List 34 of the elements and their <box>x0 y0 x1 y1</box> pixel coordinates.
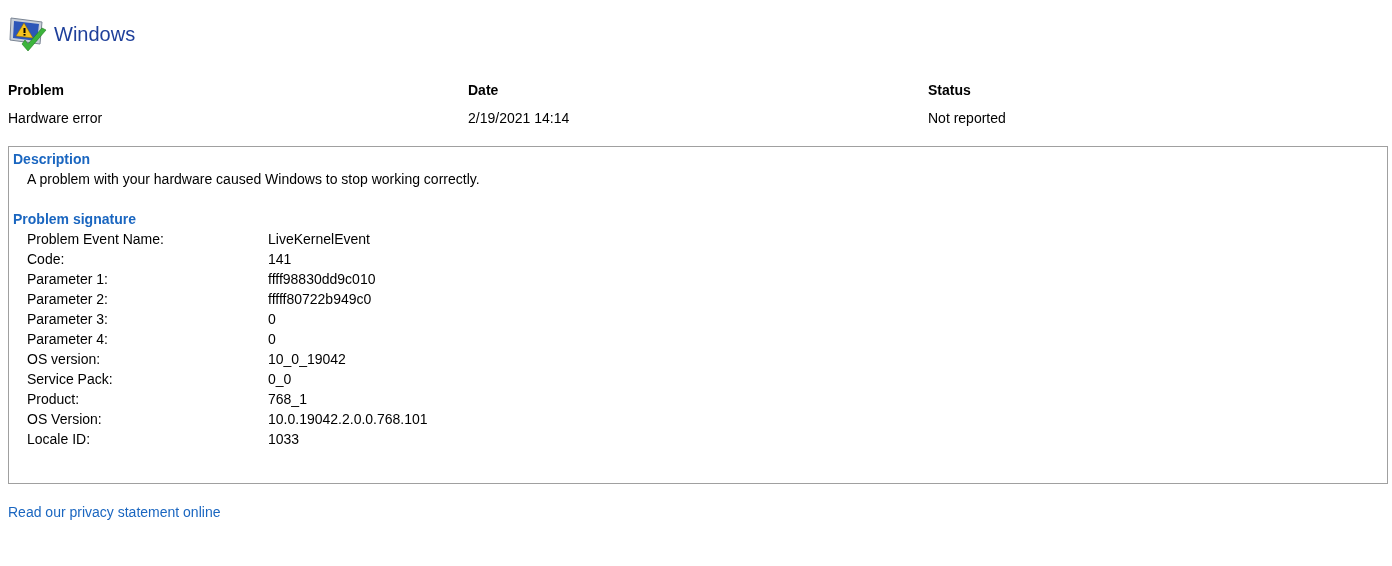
field-value: 0 <box>268 310 277 329</box>
field-label: OS Version: <box>27 410 103 429</box>
section-heading: Description <box>13 151 90 167</box>
field-label: Locale ID: <box>27 430 92 449</box>
field-label: Parameter 4: <box>27 330 109 349</box>
column-value: Hardware error <box>8 110 104 126</box>
field-label: Parameter 1: <box>27 270 109 289</box>
column-heading: Date <box>468 82 500 98</box>
column-heading: Problem <box>8 82 65 98</box>
field-label: OS version: <box>27 350 102 369</box>
description-text: A problem with your hardware caused Windows to stop working correctly. <box>27 171 480 187</box>
field-value: ffff98830dd9c010 <box>268 270 377 289</box>
privacy-link[interactable]: Read our privacy statement online <box>8 504 221 520</box>
field-value: fffff80722b949c0 <box>268 290 373 309</box>
field-value: 10.0.19042.2.0.0.768.101 <box>268 410 429 429</box>
column-value: 2/19/2021 14:14 <box>468 110 571 126</box>
field-value: 1033 <box>268 430 301 449</box>
field-value: LiveKernelEvent <box>268 230 371 249</box>
field-label: Parameter 3: <box>27 310 109 329</box>
section-heading: Problem signature <box>13 211 136 227</box>
field-value: 768_1 <box>268 390 308 409</box>
field-value: 10_0_19042 <box>268 350 347 369</box>
field-value: 141 <box>268 250 293 269</box>
column-heading: Status <box>928 82 972 98</box>
app-title: Windows <box>54 22 136 46</box>
field-label: Problem Event Name: <box>27 230 165 249</box>
field-label: Product: <box>27 390 81 409</box>
column-value: Not reported <box>928 110 1007 126</box>
field-label: Code: <box>27 250 66 269</box>
monitor-warning-icon <box>8 14 48 54</box>
field-label: Parameter 2: <box>27 290 109 309</box>
field-value: 0 <box>268 330 277 349</box>
field-label: Service Pack: <box>27 370 114 389</box>
field-value: 0_0 <box>268 370 293 389</box>
